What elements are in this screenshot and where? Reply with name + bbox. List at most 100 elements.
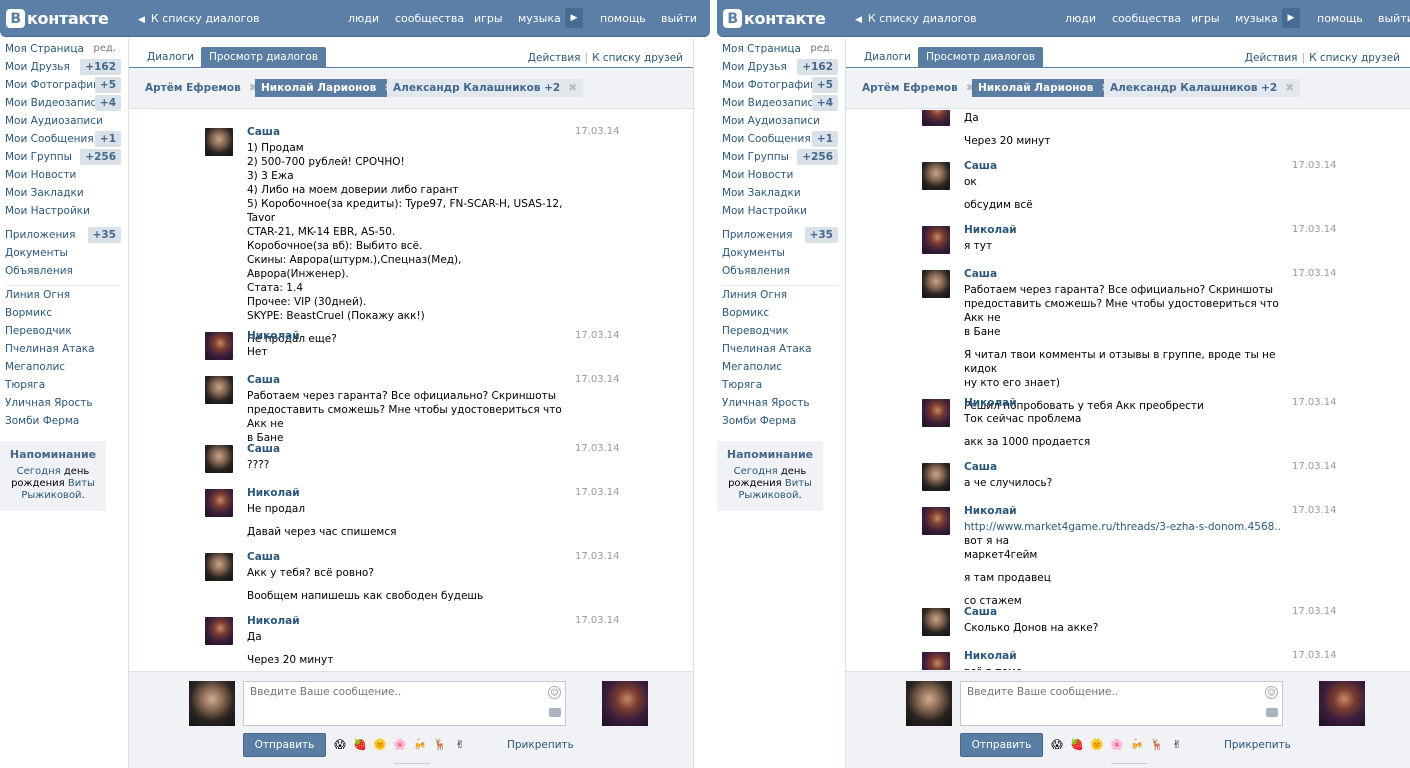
author-name[interactable]: Николай — [247, 487, 300, 499]
sidebar-item-settings[interactable]: Мои Настройки — [717, 202, 841, 220]
sidebar-app-item[interactable]: Уличная Ярость — [717, 394, 841, 412]
peer-tab[interactable]: Александр Калашников +2 ✖ — [387, 79, 584, 97]
peer-tab[interactable]: Александр Калашников +2 ✖ — [1104, 79, 1301, 97]
camera-icon[interactable] — [1266, 708, 1278, 717]
nav-games[interactable]: игры — [474, 12, 503, 25]
author-avatar[interactable] — [922, 162, 950, 190]
sidebar-item-videos[interactable]: Мои Видеозаписи +4 — [717, 94, 841, 112]
sidebar-app-item[interactable]: Мегаполис — [717, 358, 841, 376]
sidebar-item-friends[interactable]: Мои Друзья +162 — [717, 58, 841, 76]
sidebar-app-item[interactable]: Переводчик — [717, 322, 841, 340]
author-avatar[interactable] — [922, 110, 950, 126]
nav-communities[interactable]: сообщества — [1112, 12, 1181, 25]
emoji-flower-icon[interactable]: 🌸 — [393, 738, 407, 752]
author-avatar[interactable] — [205, 617, 233, 645]
my-avatar[interactable] — [906, 681, 952, 726]
sidebar-item-ads[interactable]: Объявления — [717, 262, 841, 280]
emoji-deer-icon[interactable]: 🦌 — [433, 738, 447, 752]
author-name[interactable]: Николай — [964, 224, 1017, 236]
author-avatar[interactable] — [922, 270, 950, 298]
message-input[interactable] — [243, 681, 566, 726]
sidebar-item-apps[interactable]: Приложения +35 — [717, 226, 841, 244]
vk-logo[interactable]: В контакте — [723, 8, 826, 29]
sidebar-item-audio[interactable]: Мои Аудиозаписи — [717, 112, 841, 130]
nav-communities[interactable]: сообщества — [395, 12, 464, 25]
attach-link[interactable]: Прикрепить — [507, 739, 574, 751]
sidebar-item-messages[interactable]: Мои Сообщения +1 — [717, 130, 841, 148]
message-link[interactable]: http://www.market4game.ru/threads/3-ezha… — [964, 521, 1281, 533]
sidebar-app-item[interactable]: Пчелиная Атака — [717, 340, 841, 358]
smile-icon[interactable]: ☺ — [1265, 686, 1278, 699]
sidebar-app-item[interactable]: Вормикс — [0, 304, 124, 322]
nav-help[interactable]: помощь — [600, 12, 646, 25]
author-avatar[interactable] — [922, 652, 950, 670]
author-avatar[interactable] — [205, 128, 233, 156]
send-button[interactable]: Отправить — [960, 733, 1043, 757]
peer-tab-active[interactable]: Николай Ларионов✖ — [255, 79, 400, 97]
emoji-scream-icon[interactable]: 😱 — [333, 738, 347, 752]
sidebar-item-my-page[interactable]: Моя Страница ред. — [0, 40, 124, 58]
author-avatar[interactable] — [205, 332, 233, 360]
sidebar-item-friends[interactable]: Мои Друзья +162 — [0, 58, 124, 76]
back-to-dialogs-link[interactable]: ◀ К списку диалогов — [855, 12, 977, 25]
emoji-flower-icon[interactable]: 🌸 — [1110, 738, 1124, 752]
peer-tab-active[interactable]: Николай Ларионов✖ — [972, 79, 1117, 97]
emoji-victory-icon[interactable]: ✌ — [453, 738, 467, 752]
sidebar-item-settings[interactable]: Мои Настройки — [0, 202, 124, 220]
sidebar-app-item[interactable]: Уличная Ярость — [0, 394, 124, 412]
emoji-scream-icon[interactable]: 😱 — [1050, 738, 1064, 752]
close-icon[interactable]: ✖ — [1285, 82, 1294, 94]
author-avatar[interactable] — [205, 445, 233, 473]
author-name[interactable]: Саша — [247, 374, 280, 386]
author-avatar[interactable] — [922, 608, 950, 636]
tab-dialogs[interactable]: Диалоги — [139, 47, 202, 68]
resize-handle[interactable] — [394, 763, 430, 768]
tab-view-dialogs[interactable]: Просмотр диалогов — [918, 47, 1044, 68]
author-avatar[interactable] — [205, 489, 233, 517]
sidebar-item-bookmarks[interactable]: Мои Закладки — [0, 184, 124, 202]
sidebar-app-item[interactable]: Тюряга — [0, 376, 124, 394]
sidebar-item-groups[interactable]: Мои Группы +256 — [0, 148, 124, 166]
today-link[interactable]: Сегодня — [734, 466, 778, 477]
today-link[interactable]: Сегодня — [17, 466, 61, 477]
author-name[interactable]: Саша — [964, 160, 997, 172]
nav-games[interactable]: игры — [1191, 12, 1220, 25]
sidebar-item-photos[interactable]: Мои Фотографии +5 — [717, 76, 841, 94]
peer-tab[interactable]: Артём Ефремов ✖ — [139, 79, 264, 97]
author-name[interactable]: Саша — [964, 606, 997, 618]
sidebar-item-documents[interactable]: Документы — [717, 244, 841, 262]
author-avatar[interactable] — [205, 376, 233, 404]
play-icon[interactable]: ▶ — [565, 8, 583, 28]
nav-music[interactable]: музыка — [518, 12, 561, 25]
sidebar-item-documents[interactable]: Документы — [0, 244, 124, 262]
my-avatar[interactable] — [189, 681, 235, 726]
sidebar-item-my-page[interactable]: Моя Страница ред. — [717, 40, 841, 58]
author-avatar[interactable] — [922, 399, 950, 427]
author-name[interactable]: Николай — [964, 397, 1017, 409]
send-button[interactable]: Отправить — [243, 733, 326, 757]
sidebar-app-item[interactable]: Зомби Ферма — [0, 412, 124, 430]
emoji-sun-icon[interactable]: 🌞 — [1090, 738, 1104, 752]
tab-dialogs[interactable]: Диалоги — [856, 47, 919, 68]
sidebar-app-item[interactable]: Зомби Ферма — [717, 412, 841, 430]
sidebar-item-messages[interactable]: Мои Сообщения +1 — [0, 130, 124, 148]
author-name[interactable]: Саша — [247, 551, 280, 563]
author-avatar[interactable] — [922, 463, 950, 491]
back-to-dialogs-link[interactable]: ◀ К списку диалогов — [138, 12, 260, 25]
sidebar-item-photos[interactable]: Мои Фотографии +5 — [0, 76, 124, 94]
message-input[interactable] — [960, 681, 1283, 726]
emoji-beers-icon[interactable]: 🍻 — [1130, 738, 1144, 752]
emoji-sun-icon[interactable]: 🌞 — [373, 738, 387, 752]
edit-link[interactable]: ред. — [93, 40, 116, 58]
sidebar-item-groups[interactable]: Мои Группы +256 — [717, 148, 841, 166]
peer-avatar[interactable] — [1319, 681, 1365, 726]
emoji-beers-icon[interactable]: 🍻 — [413, 738, 427, 752]
peer-avatar[interactable] — [602, 681, 648, 726]
author-avatar[interactable] — [205, 553, 233, 581]
sidebar-item-bookmarks[interactable]: Мои Закладки — [717, 184, 841, 202]
author-name[interactable]: Николай — [964, 505, 1017, 517]
smile-icon[interactable]: ☺ — [548, 686, 561, 699]
sidebar-item-news[interactable]: Мои Новости — [717, 166, 841, 184]
sidebar-item-ads[interactable]: Объявления — [0, 262, 124, 280]
sidebar-app-item[interactable]: Пчелиная Атака — [0, 340, 124, 358]
